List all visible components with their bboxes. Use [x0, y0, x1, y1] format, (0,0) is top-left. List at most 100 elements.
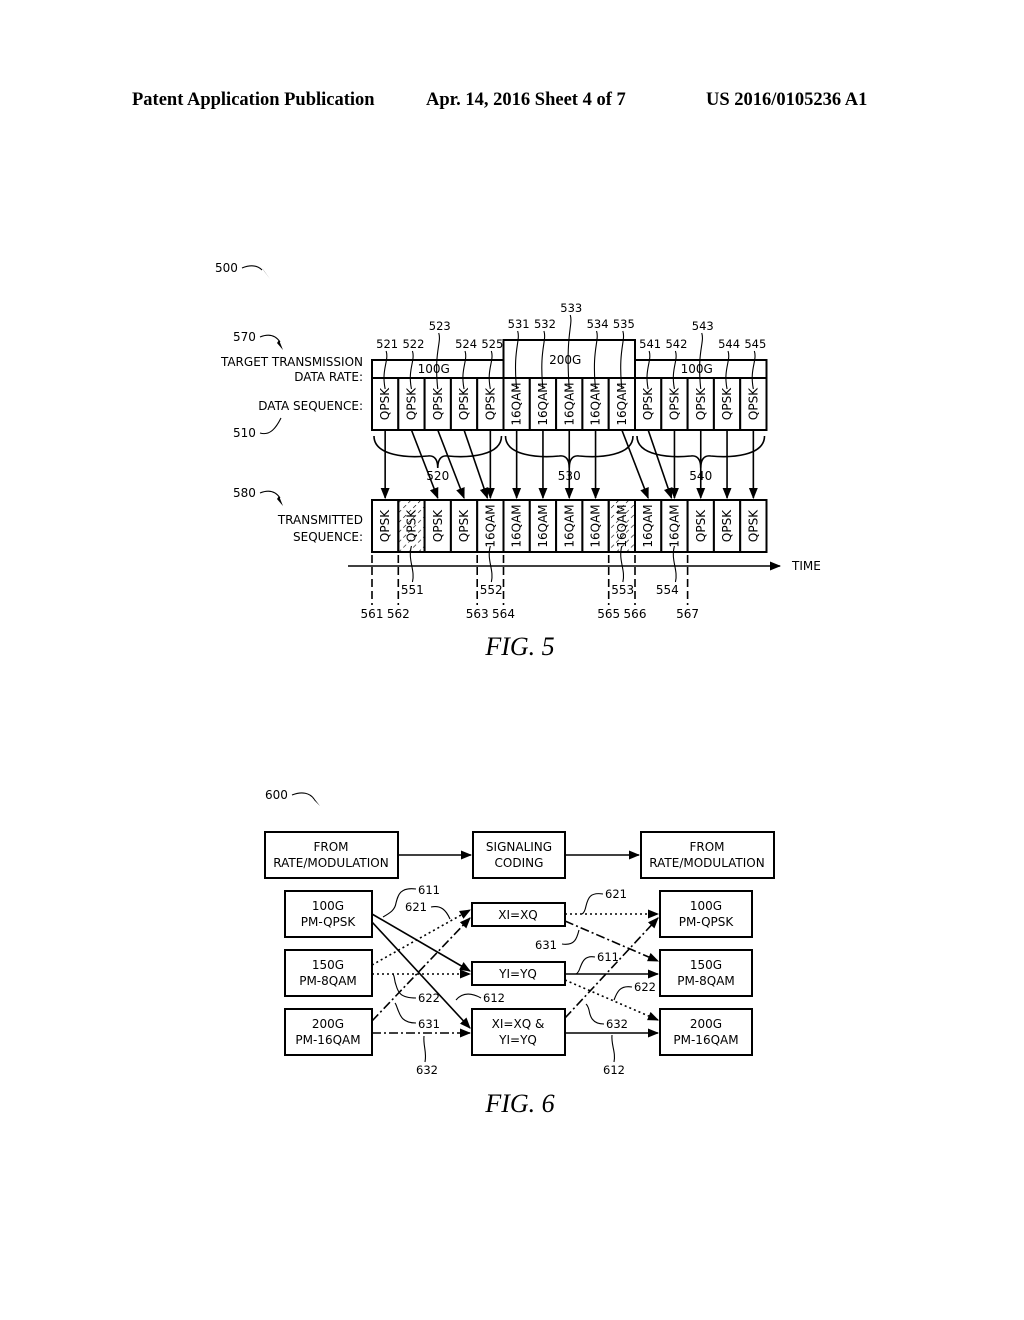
figure-5-caption: FIG. 5	[484, 632, 554, 661]
transmitted-cell-symbol: QPSK	[378, 509, 392, 542]
data-cell-ref: 544	[718, 337, 740, 351]
transmitted-ref: 554	[656, 583, 679, 597]
data-cell-symbol: QPSK	[641, 387, 655, 420]
data-cell-symbol: QPSK	[746, 387, 760, 420]
data-cell-ref: 545	[744, 337, 766, 351]
leader	[455, 993, 482, 1001]
box-from-rate-modulation-right	[640, 831, 775, 879]
transmitted-cell-symbol: 16QAM	[615, 504, 629, 547]
data-cell-ref: 535	[613, 317, 635, 331]
box-text: 150G	[690, 958, 722, 972]
data-cell-symbol: QPSK	[483, 387, 497, 420]
ref-632-left: 632	[416, 1063, 438, 1077]
box-text: PM-QPSK	[679, 915, 735, 929]
right-box-200g	[659, 1008, 753, 1056]
data-cell-symbol: QPSK	[694, 387, 708, 420]
transmitted-cell-symbol: QPSK	[694, 509, 708, 542]
box-text: XI=XQ &	[492, 1017, 545, 1031]
box-text: RATE/MODULATION	[649, 856, 764, 870]
leader-510	[259, 417, 282, 435]
leader	[611, 1034, 615, 1063]
leader	[430, 906, 451, 920]
line-611-solid	[371, 913, 471, 972]
label-data-sequence: DATA SEQUENCE:	[258, 399, 363, 413]
data-cell-ref: 521	[376, 337, 398, 351]
label-target-rate-2: DATA RATE:	[294, 370, 363, 384]
data-cell-ref: 525	[481, 337, 503, 351]
box-text: 150G	[312, 958, 344, 972]
transmitted-ref: 551	[401, 583, 424, 597]
box-text: CODING	[495, 856, 544, 870]
left-box-150g	[284, 949, 373, 997]
transmitted-cell-symbol: 16QAM	[483, 504, 497, 547]
transmitted-cell-symbol: 16QAM	[536, 504, 550, 547]
transmitted-cell-symbol: QPSK	[431, 509, 445, 542]
label-target-rate-1: TARGET TRANSMISSION	[220, 355, 363, 369]
rate-label: 100G	[418, 362, 450, 376]
line-631-dashdot	[371, 917, 471, 1022]
mapping-arrow	[437, 429, 465, 500]
transmitted-ref: 552	[480, 583, 503, 597]
transmitted-cell-symbol: 16QAM	[562, 504, 576, 547]
leader	[581, 893, 604, 915]
line-632-dashdot-out	[564, 917, 659, 1019]
figure-6-caption: FIG. 6	[484, 1089, 554, 1118]
box-text: 200G	[690, 1017, 722, 1031]
data-cell-symbol: QPSK	[457, 387, 471, 420]
time-label: TIME	[791, 559, 821, 573]
target-rate-bars: 100G 200G 100G	[371, 339, 768, 379]
transmitted-cell-symbol: QPSK	[404, 509, 418, 542]
box-text: FROM	[689, 840, 724, 854]
ref-600: 600	[265, 788, 288, 802]
time-ref: 564	[492, 607, 515, 621]
box-text: PM-8QAM	[299, 974, 357, 988]
box-text: YI=YQ	[498, 967, 537, 981]
right-box-150g	[659, 949, 753, 997]
left-box-100g	[284, 890, 373, 938]
time-ref: 566	[624, 607, 647, 621]
time-ref: 563	[466, 607, 489, 621]
mapping-arrow	[410, 429, 439, 500]
time-ref: 561	[361, 607, 384, 621]
transmitted-cell-symbol: 16QAM	[667, 504, 681, 547]
right-box-100g	[659, 890, 753, 938]
ref-611-right: 611	[597, 950, 619, 964]
data-cell-ref: 524	[455, 337, 477, 351]
data-cell-ref: 541	[639, 337, 661, 351]
ref-612-right: 612	[603, 1063, 625, 1077]
leader	[575, 956, 596, 975]
arrow-500-icon	[262, 268, 270, 279]
ref-580: 580	[233, 486, 256, 500]
time-markers: 561 562 563 564 565 566 567551 552 553 554	[361, 545, 699, 621]
box-text: XI=XQ	[498, 908, 537, 922]
mapping-arrow	[463, 429, 489, 500]
leader-500	[241, 265, 263, 271]
box-from-rate-modulation-left	[264, 831, 399, 879]
data-cell-ref: 531	[508, 317, 530, 331]
rate-label: 100G	[681, 362, 713, 376]
ref-510: 510	[233, 426, 256, 440]
ref-611-left: 611	[418, 883, 440, 897]
box-text: RATE/MODULATION	[273, 856, 388, 870]
data-cell-symbol: QPSK	[431, 387, 445, 420]
data-cell-ref: 522	[402, 337, 424, 351]
data-cell-ref: 534	[587, 317, 609, 331]
box-text: PM-16QAM	[295, 1033, 360, 1047]
data-cell-symbol: QPSK	[667, 387, 681, 420]
leader	[561, 929, 580, 945]
time-ref: 567	[676, 607, 699, 621]
transmitted-cell-symbol: QPSK	[457, 509, 471, 542]
leader	[585, 1003, 605, 1025]
box-text: YI=YQ	[498, 1033, 537, 1047]
left-box-200g	[284, 1008, 373, 1056]
box-text: FROM	[313, 840, 348, 854]
ref-570: 570	[233, 330, 256, 344]
data-cell-symbol: QPSK	[378, 387, 392, 420]
data-cell-ref: 532	[534, 317, 556, 331]
mapping-arrow	[647, 429, 673, 500]
transmitted-cell-symbol: QPSK	[720, 509, 734, 542]
ref-612-left: 612	[483, 991, 505, 1005]
ref-622-left: 622	[418, 991, 440, 1005]
mapping-arrow	[621, 429, 649, 500]
ref-631-left: 631	[418, 1017, 440, 1031]
